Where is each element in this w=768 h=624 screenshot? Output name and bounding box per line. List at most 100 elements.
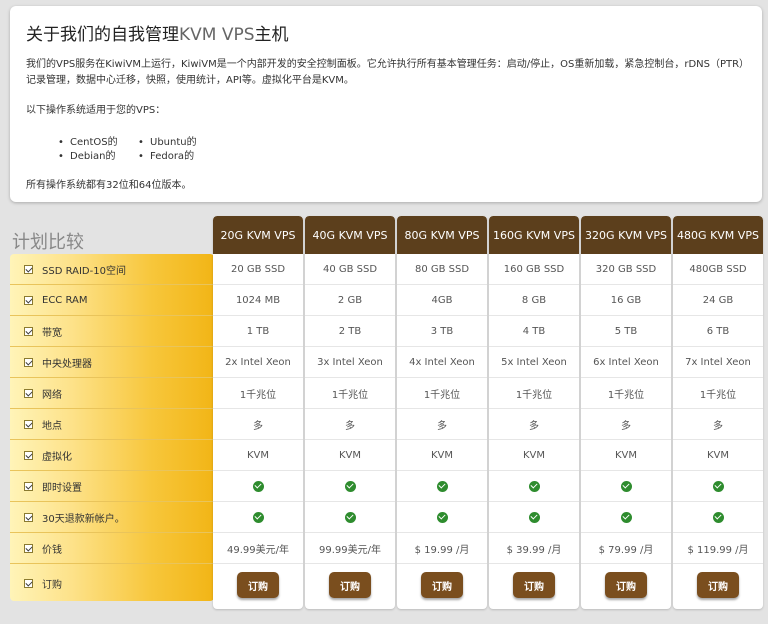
plan-column: 480G KVM VPS 480GB SSD 24 GB 6 TB 7x Intel X… [673, 216, 763, 609]
plan-ram: 16 GB [581, 285, 671, 316]
plan-refund [489, 502, 579, 533]
plan-name: 160G KVM VPS [489, 216, 579, 254]
feature-label: 带宽 [42, 327, 62, 339]
plan-price: $ 119.99 /月 [673, 533, 763, 564]
order-button[interactable]: 订购 [237, 572, 279, 598]
order-button[interactable]: 订购 [421, 572, 463, 598]
plan-location: 多 [581, 409, 671, 440]
check-circle-icon [712, 480, 724, 492]
order-button[interactable]: 订购 [513, 572, 555, 598]
plan-name: 480G KVM VPS [673, 216, 763, 254]
plan-location: 多 [213, 409, 303, 440]
order-button[interactable]: 订购 [697, 572, 739, 598]
plan-name: 40G KVM VPS [305, 216, 395, 254]
check-circle-icon [252, 511, 264, 523]
plan-column: 320G KVM VPS 320 GB SSD 16 GB 5 TB 6x Intel … [581, 216, 671, 609]
plan-virtualization: KVM [489, 440, 579, 471]
checkbox-icon [24, 450, 33, 460]
os-footnote: 所有操作系统都有32位和64位版本。 [26, 180, 192, 191]
compare-title: 计划比较 [12, 232, 84, 253]
plan-order-cell: 订购 [581, 564, 671, 609]
plan-network: 1千兆位 [213, 378, 303, 409]
plan-column: 40G KVM VPS 40 GB SSD 2 GB 2 TB 3x Intel Xeo… [305, 216, 395, 609]
checkbox-icon [24, 543, 33, 553]
order-button[interactable]: 订购 [605, 572, 647, 598]
plan-storage: 20 GB SSD [213, 254, 303, 285]
check-circle-icon [712, 511, 724, 523]
plan-bandwidth: 2 TB [305, 316, 395, 347]
feature-label: SSD RAID-10空间 [42, 265, 126, 277]
plan-location: 多 [397, 409, 487, 440]
plan-instant-setup [673, 471, 763, 502]
plan-cpu: 6x Intel Xeon [581, 347, 671, 378]
plan-cpu: 2x Intel Xeon [213, 347, 303, 378]
feature-label: 中央处理器 [42, 358, 92, 370]
plan-name: 320G KVM VPS [581, 216, 671, 254]
plan-bandwidth: 6 TB [673, 316, 763, 347]
plan-location: 多 [673, 409, 763, 440]
plan-instant-setup [581, 471, 671, 502]
plan-bandwidth: 1 TB [213, 316, 303, 347]
plan-ram: 8 GB [489, 285, 579, 316]
plan-order-cell: 订购 [673, 564, 763, 609]
feature-row: 30天退款新帐户。 [10, 502, 214, 533]
os-item-fedora: Fedora的 [138, 150, 194, 164]
plan-storage: 160 GB SSD [489, 254, 579, 285]
plan-virtualization: KVM [397, 440, 487, 471]
check-circle-icon [528, 480, 540, 492]
plan-refund [673, 502, 763, 533]
plan-column: 160G KVM VPS 160 GB SSD 8 GB 4 TB 5x Intel X… [489, 216, 579, 609]
plan-ram: 1024 MB [213, 285, 303, 316]
feature-row: 即时设置 [10, 471, 214, 502]
plan-bandwidth: 4 TB [489, 316, 579, 347]
plan-network: 1千兆位 [673, 378, 763, 409]
checkbox-icon [24, 388, 33, 398]
plan-virtualization: KVM [581, 440, 671, 471]
checkbox-icon [24, 512, 33, 522]
plan-price: $ 79.99 /月 [581, 533, 671, 564]
plan-price: 49.99美元/年 [213, 533, 303, 564]
feature-row: SSD RAID-10空间 [10, 254, 214, 285]
plan-bandwidth: 5 TB [581, 316, 671, 347]
plan-bandwidth: 3 TB [397, 316, 487, 347]
plan-refund [397, 502, 487, 533]
os-item-centos: CentOS的 [58, 136, 118, 150]
plan-storage: 40 GB SSD [305, 254, 395, 285]
plan-virtualization: KVM [213, 440, 303, 471]
plan-order-cell: 订购 [305, 564, 395, 609]
check-circle-icon [620, 480, 632, 492]
plan-network: 1千兆位 [305, 378, 395, 409]
plan-network: 1千兆位 [489, 378, 579, 409]
plan-storage: 80 GB SSD [397, 254, 487, 285]
feature-label: 虚拟化 [42, 451, 72, 463]
plan-name: 80G KVM VPS [397, 216, 487, 254]
plan-name: 20G KVM VPS [213, 216, 303, 254]
check-circle-icon [436, 480, 448, 492]
check-circle-icon [252, 480, 264, 492]
feature-row: 虚拟化 [10, 440, 214, 471]
feature-label: 地点 [42, 420, 62, 432]
checkbox-icon [24, 357, 33, 367]
checkbox-icon [24, 578, 33, 588]
os-lead-text: 以下操作系统适用于您的VPS： [26, 105, 166, 116]
feature-row: 地点 [10, 409, 214, 440]
check-circle-icon [344, 511, 356, 523]
order-button[interactable]: 订购 [329, 572, 371, 598]
plan-virtualization: KVM [305, 440, 395, 471]
check-circle-icon [528, 511, 540, 523]
plan-instant-setup [489, 471, 579, 502]
plan-instant-setup [397, 471, 487, 502]
os-item-ubuntu: Ubuntu的 [138, 136, 197, 150]
plan-virtualization: KVM [673, 440, 763, 471]
plan-price: 99.99美元/年 [305, 533, 395, 564]
feature-row: 中央处理器 [10, 347, 214, 378]
feature-row: 带宽 [10, 316, 214, 347]
check-circle-icon [344, 480, 356, 492]
plan-order-cell: 订购 [213, 564, 303, 609]
feature-row: 订购 [10, 564, 214, 601]
feature-label: ECC RAM [42, 294, 88, 306]
check-circle-icon [620, 511, 632, 523]
check-circle-icon [436, 511, 448, 523]
checkbox-icon [24, 264, 33, 274]
feature-row: ECC RAM [10, 285, 214, 316]
